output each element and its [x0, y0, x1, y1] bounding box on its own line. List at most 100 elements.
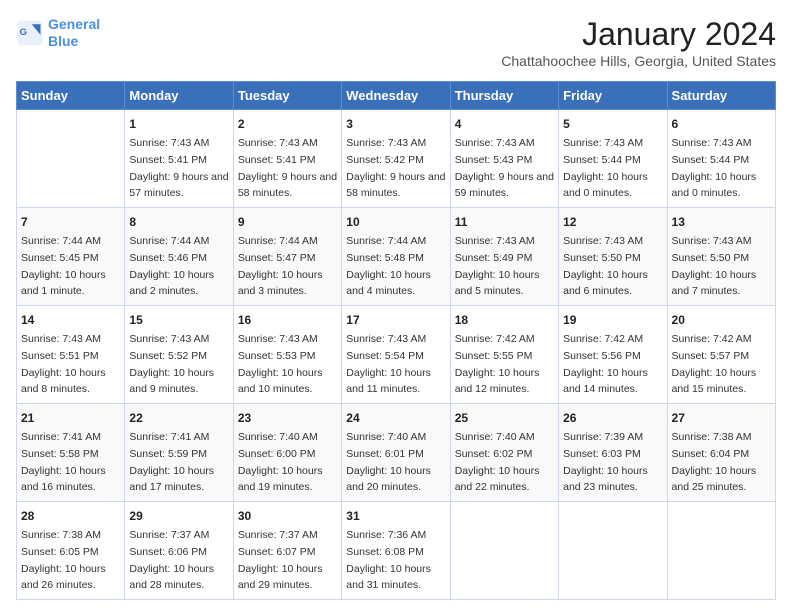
- day-number: 2: [238, 115, 337, 133]
- logo-line2: Blue: [48, 33, 78, 49]
- calendar-cell: 5Sunrise: 7:43 AMSunset: 5:44 PMDaylight…: [559, 110, 667, 208]
- calendar-cell: 10 Sunrise: 7:44 AMSunset: 5:48 PMDayligh…: [342, 208, 450, 306]
- title-block: January 2024 Chattahoochee Hills, Georgi…: [501, 16, 776, 69]
- day-info: Sunrise: 7:37 AMSunset: 6:07 PMDaylight:…: [238, 529, 323, 591]
- day-info: Sunrise: 7:43 AMSunset: 5:41 PMDaylight:…: [238, 137, 337, 199]
- day-header-saturday: Saturday: [667, 82, 775, 110]
- day-number: 9: [238, 213, 337, 231]
- day-header-thursday: Thursday: [450, 82, 558, 110]
- day-info: Sunrise: 7:42 AMSunset: 5:55 PMDaylight:…: [455, 333, 540, 395]
- logo: G General Blue: [16, 16, 100, 50]
- day-info: Sunrise: 7:43 AMSunset: 5:53 PMDaylight:…: [238, 333, 323, 395]
- page-subtitle: Chattahoochee Hills, Georgia, United Sta…: [501, 53, 776, 69]
- calendar-body: 1Sunrise: 7:43 AMSunset: 5:41 PMDaylight…: [17, 110, 776, 600]
- calendar-cell: 29Sunrise: 7:37 AMSunset: 6:06 PMDayligh…: [125, 502, 233, 600]
- day-header-monday: Monday: [125, 82, 233, 110]
- calendar-cell: [667, 502, 775, 600]
- calendar-cell: [17, 110, 125, 208]
- calendar-week-row: 28Sunrise: 7:38 AMSunset: 6:05 PMDayligh…: [17, 502, 776, 600]
- day-info: Sunrise: 7:43 AMSunset: 5:41 PMDaylight:…: [129, 137, 228, 199]
- calendar-cell: 20 Sunrise: 7:42 AMSunset: 5:57 PMDayligh…: [667, 306, 775, 404]
- day-number: 10: [346, 213, 445, 231]
- calendar-header-row: SundayMondayTuesdayWednesdayThursdayFrid…: [17, 82, 776, 110]
- calendar-table: SundayMondayTuesdayWednesdayThursdayFrid…: [16, 81, 776, 600]
- day-number: 23: [238, 409, 337, 427]
- day-info: Sunrise: 7:38 AMSunset: 6:05 PMDaylight:…: [21, 529, 106, 591]
- day-info: Sunrise: 7:43 AMSunset: 5:49 PMDaylight:…: [455, 235, 540, 297]
- day-info: Sunrise: 7:43 AMSunset: 5:44 PMDaylight:…: [563, 137, 648, 199]
- calendar-cell: 6 Sunrise: 7:43 AMSunset: 5:44 PMDaylight…: [667, 110, 775, 208]
- calendar-week-row: 1Sunrise: 7:43 AMSunset: 5:41 PMDaylight…: [17, 110, 776, 208]
- day-info: Sunrise: 7:38 AMSunset: 6:04 PMDaylight:…: [672, 431, 757, 493]
- calendar-cell: 24Sunrise: 7:40 AMSunset: 6:01 PMDayligh…: [342, 404, 450, 502]
- day-info: Sunrise: 7:44 AMSunset: 5:46 PMDaylight:…: [129, 235, 214, 297]
- day-number: 11: [455, 213, 554, 231]
- day-number: 7: [21, 213, 120, 231]
- day-info: Sunrise: 7:43 AMSunset: 5:50 PMDaylight:…: [563, 235, 648, 297]
- calendar-cell: 1Sunrise: 7:43 AMSunset: 5:41 PMDaylight…: [125, 110, 233, 208]
- calendar-cell: 31 Sunrise: 7:36 AMSunset: 6:08 PMDayligh…: [342, 502, 450, 600]
- day-number: 30: [238, 507, 337, 525]
- calendar-cell: 4Sunrise: 7:43 AMSunset: 5:43 PMDaylight…: [450, 110, 558, 208]
- day-number: 14: [21, 311, 120, 329]
- day-info: Sunrise: 7:40 AMSunset: 6:00 PMDaylight:…: [238, 431, 323, 493]
- day-info: Sunrise: 7:42 AMSunset: 5:57 PMDaylight:…: [672, 333, 757, 395]
- day-info: Sunrise: 7:41 AMSunset: 5:59 PMDaylight:…: [129, 431, 214, 493]
- calendar-cell: 11 Sunrise: 7:43 AMSunset: 5:49 PMDayligh…: [450, 208, 558, 306]
- day-number: 15: [129, 311, 228, 329]
- day-number: 12: [563, 213, 662, 231]
- day-info: Sunrise: 7:39 AMSunset: 6:03 PMDaylight:…: [563, 431, 648, 493]
- day-info: Sunrise: 7:43 AMSunset: 5:54 PMDaylight:…: [346, 333, 431, 395]
- page-header: G General Blue January 2024 Chattahooche…: [16, 16, 776, 69]
- logo-icon: G: [16, 19, 44, 47]
- calendar-cell: 14 Sunrise: 7:43 AMSunset: 5:51 PMDayligh…: [17, 306, 125, 404]
- day-number: 20: [672, 311, 771, 329]
- calendar-week-row: 7 Sunrise: 7:44 AMSunset: 5:45 PMDaylight…: [17, 208, 776, 306]
- calendar-cell: [450, 502, 558, 600]
- day-number: 6: [672, 115, 771, 133]
- page-title: January 2024: [501, 16, 776, 53]
- calendar-cell: 25 Sunrise: 7:40 AMSunset: 6:02 PMDayligh…: [450, 404, 558, 502]
- day-info: Sunrise: 7:42 AMSunset: 5:56 PMDaylight:…: [563, 333, 648, 395]
- day-info: Sunrise: 7:36 AMSunset: 6:08 PMDaylight:…: [346, 529, 431, 591]
- day-info: Sunrise: 7:43 AMSunset: 5:44 PMDaylight:…: [672, 137, 757, 199]
- calendar-cell: 26 Sunrise: 7:39 AMSunset: 6:03 PMDayligh…: [559, 404, 667, 502]
- day-header-sunday: Sunday: [17, 82, 125, 110]
- calendar-cell: 21Sunrise: 7:41 AMSunset: 5:58 PMDayligh…: [17, 404, 125, 502]
- day-number: 29: [129, 507, 228, 525]
- day-number: 31: [346, 507, 445, 525]
- day-info: Sunrise: 7:40 AMSunset: 6:02 PMDaylight:…: [455, 431, 540, 493]
- calendar-cell: 7 Sunrise: 7:44 AMSunset: 5:45 PMDaylight…: [17, 208, 125, 306]
- day-number: 26: [563, 409, 662, 427]
- calendar-cell: 23 Sunrise: 7:40 AMSunset: 6:00 PMDayligh…: [233, 404, 341, 502]
- calendar-week-row: 21Sunrise: 7:41 AMSunset: 5:58 PMDayligh…: [17, 404, 776, 502]
- calendar-cell: 15Sunrise: 7:43 AMSunset: 5:52 PMDayligh…: [125, 306, 233, 404]
- svg-text:G: G: [20, 27, 27, 38]
- day-number: 18: [455, 311, 554, 329]
- calendar-cell: 9Sunrise: 7:44 AMSunset: 5:47 PMDaylight…: [233, 208, 341, 306]
- calendar-cell: 19 Sunrise: 7:42 AMSunset: 5:56 PMDayligh…: [559, 306, 667, 404]
- calendar-cell: 28Sunrise: 7:38 AMSunset: 6:05 PMDayligh…: [17, 502, 125, 600]
- logo-line1: General: [48, 16, 100, 32]
- calendar-week-row: 14 Sunrise: 7:43 AMSunset: 5:51 PMDayligh…: [17, 306, 776, 404]
- day-number: 27: [672, 409, 771, 427]
- day-number: 16: [238, 311, 337, 329]
- day-number: 19: [563, 311, 662, 329]
- day-number: 24: [346, 409, 445, 427]
- day-number: 3: [346, 115, 445, 133]
- day-info: Sunrise: 7:44 AMSunset: 5:45 PMDaylight:…: [21, 235, 106, 297]
- calendar-cell: 27 Sunrise: 7:38 AMSunset: 6:04 PMDayligh…: [667, 404, 775, 502]
- day-number: 8: [129, 213, 228, 231]
- calendar-cell: 17Sunrise: 7:43 AMSunset: 5:54 PMDayligh…: [342, 306, 450, 404]
- calendar-cell: 12 Sunrise: 7:43 AMSunset: 5:50 PMDayligh…: [559, 208, 667, 306]
- day-number: 4: [455, 115, 554, 133]
- day-header-tuesday: Tuesday: [233, 82, 341, 110]
- calendar-cell: 22Sunrise: 7:41 AMSunset: 5:59 PMDayligh…: [125, 404, 233, 502]
- day-number: 25: [455, 409, 554, 427]
- calendar-cell: [559, 502, 667, 600]
- day-info: Sunrise: 7:43 AMSunset: 5:51 PMDaylight:…: [21, 333, 106, 395]
- day-info: Sunrise: 7:43 AMSunset: 5:50 PMDaylight:…: [672, 235, 757, 297]
- calendar-cell: 3 Sunrise: 7:43 AMSunset: 5:42 PMDaylight…: [342, 110, 450, 208]
- day-info: Sunrise: 7:44 AMSunset: 5:48 PMDaylight:…: [346, 235, 431, 297]
- day-info: Sunrise: 7:43 AMSunset: 5:42 PMDaylight:…: [346, 137, 445, 199]
